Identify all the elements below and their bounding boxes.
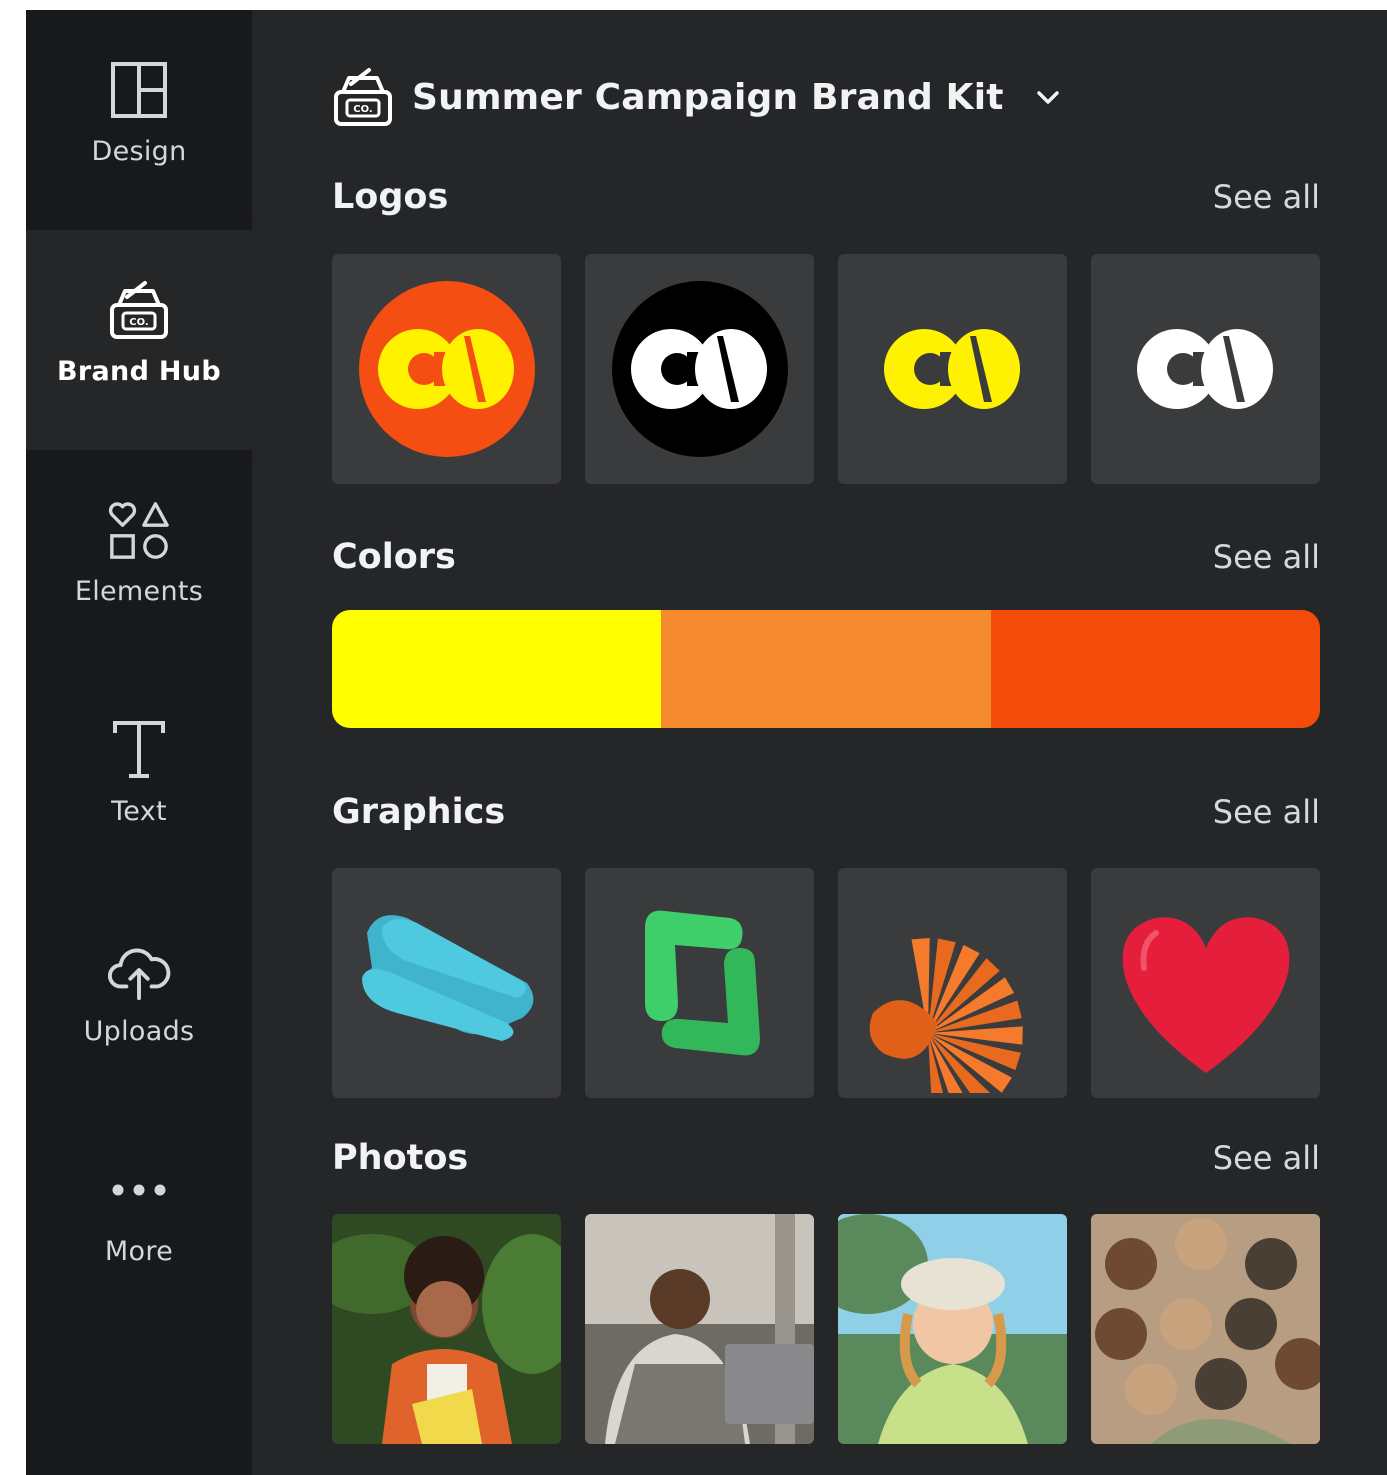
co-logo-image: CO: [883, 329, 1020, 453]
text-icon: [107, 718, 171, 782]
sidebar-item-elements[interactable]: Elements: [26, 450, 252, 670]
brand-kit-title: Summer Campaign Brand Kit: [412, 76, 1004, 118]
photos-section-header: Photos See all: [332, 1133, 1320, 1183]
logo-text: CO: [1205, 451, 1207, 453]
photos-grid: [332, 1214, 1320, 1444]
group-selfie-photo: [1091, 1214, 1320, 1444]
red-3d-heart-image: [1122, 917, 1289, 1073]
co-logo-image: CO: [358, 281, 535, 457]
color-swatch[interactable]: [661, 610, 991, 728]
svg-text:CO.: CO.: [129, 317, 148, 328]
sidebar-item-brand-hub[interactable]: CO. Brand Hub: [26, 230, 252, 450]
logo-tile[interactable]: CO: [838, 254, 1067, 484]
svg-text:CO.: CO.: [353, 104, 372, 115]
sidebar-item-more[interactable]: More: [26, 1110, 252, 1330]
sidebar-item-label: Brand Hub: [57, 356, 221, 387]
logos-grid: CO CO CO CO: [332, 254, 1320, 484]
brand-kit-selector[interactable]: CO. Summer Campaign Brand Kit: [332, 62, 1062, 132]
graphic-tile[interactable]: [585, 868, 814, 1098]
colors-title: Colors: [332, 537, 456, 577]
sidebar: Design CO. Brand Hub Elements Text Uploa…: [26, 10, 252, 1475]
sidebar-item-design[interactable]: Design: [26, 10, 252, 230]
man-with-laptop-photo: [585, 1214, 814, 1444]
logos-section-header: Logos See all: [332, 172, 1320, 222]
co-logo-image: CO: [1136, 329, 1273, 453]
graphic-tile[interactable]: [1091, 868, 1320, 1098]
chevron-down-icon: [1036, 91, 1059, 104]
colors-section-header: Colors See all: [332, 532, 1320, 582]
color-swatch[interactable]: [990, 610, 1320, 728]
blue-3d-shape-image: [361, 915, 533, 1041]
app-window: Design CO. Brand Hub Elements Text Uploa…: [26, 10, 1387, 1475]
sidebar-item-label: Uploads: [83, 1016, 195, 1047]
logo-tile[interactable]: CO: [1091, 254, 1320, 484]
logo-tile[interactable]: CO: [332, 254, 561, 484]
layout-icon: [107, 58, 171, 122]
graphics-grid: [332, 868, 1320, 1098]
more-dots-icon: [107, 1158, 171, 1222]
graphics-title: Graphics: [332, 792, 506, 832]
color-swatch[interactable]: [332, 610, 662, 728]
sidebar-item-label: Elements: [74, 576, 204, 607]
sidebar-item-label: More: [104, 1236, 174, 1267]
brand-kit-icon: CO.: [107, 278, 171, 342]
logos-see-all-link[interactable]: See all: [1213, 178, 1320, 216]
photos-see-all-link[interactable]: See all: [1213, 1139, 1320, 1177]
colors-see-all-link[interactable]: See all: [1213, 538, 1320, 576]
brand-kit-panel: CO. Summer Campaign Brand Kit Logos See …: [332, 10, 1322, 1475]
co-logo-image: CO: [611, 281, 788, 457]
graphic-tile[interactable]: [838, 868, 1067, 1098]
color-palette: [332, 610, 1320, 728]
photo-tile[interactable]: [1091, 1214, 1320, 1444]
photo-tile[interactable]: [838, 1214, 1067, 1444]
sidebar-item-label: Design: [91, 136, 187, 167]
photo-tile[interactable]: [332, 1214, 561, 1444]
graphics-section-header: Graphics See all: [332, 787, 1320, 837]
logos-title: Logos: [332, 177, 449, 217]
sidebar-item-text[interactable]: Text: [26, 670, 252, 890]
logo-text: CO: [952, 451, 954, 453]
sidebar-item-uploads[interactable]: Uploads: [26, 890, 252, 1110]
green-3d-brackets-image: [644, 910, 760, 1056]
woman-bucket-hat-photo: [838, 1214, 1067, 1444]
sidebar-item-label: Text: [111, 796, 167, 827]
brand-kit-icon: CO.: [334, 68, 392, 126]
cloud-upload-icon: [107, 938, 171, 1002]
graphics-see-all-link[interactable]: See all: [1213, 793, 1320, 831]
graphic-tile[interactable]: [332, 868, 561, 1098]
shapes-icon: [107, 498, 171, 562]
logo-tile[interactable]: CO: [585, 254, 814, 484]
photo-tile[interactable]: [585, 1214, 814, 1444]
photos-title: Photos: [332, 1138, 469, 1178]
orange-3d-fan-image: [869, 938, 1023, 1093]
woman-orange-jacket-photo: [332, 1214, 561, 1444]
